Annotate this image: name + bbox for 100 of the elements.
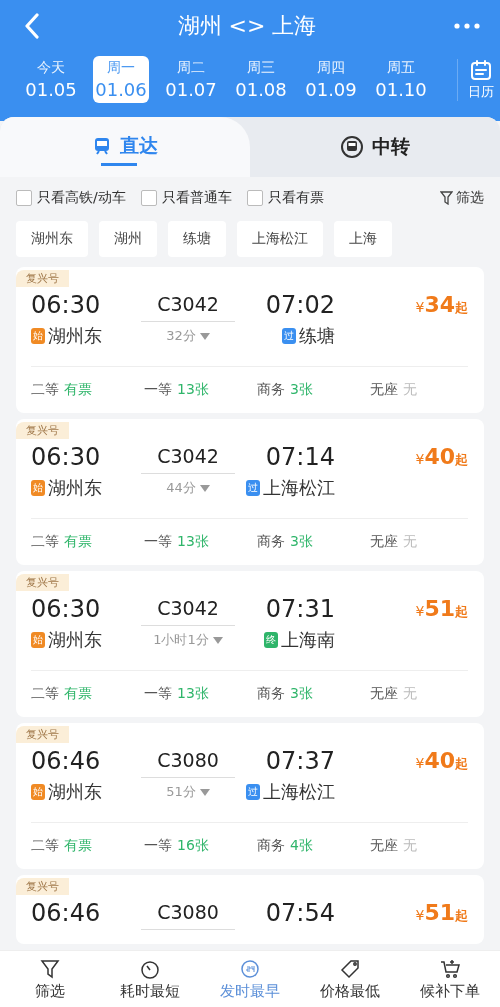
station-name: 练塘 bbox=[299, 324, 335, 348]
clock-icon bbox=[239, 957, 261, 980]
station-badge: 过 bbox=[282, 328, 296, 344]
seat-availability: 无 bbox=[403, 381, 417, 399]
price-label: ¥51起 bbox=[415, 900, 468, 925]
seat-class: 二等 bbox=[31, 837, 59, 855]
sort-button[interactable]: 价格最低 bbox=[300, 957, 400, 1001]
seat-class: 一等 bbox=[144, 837, 172, 855]
arrive-time: 07:14 bbox=[264, 442, 335, 471]
station-chip[interactable]: 上海松江 bbox=[237, 221, 323, 257]
seat-class: 商务 bbox=[257, 381, 285, 399]
more-icon[interactable] bbox=[454, 23, 480, 29]
train-card[interactable]: 复兴号 06:30 C3042 07:02 ¥34起 始 湖州东 32分 过 练塘 二等 有票 一等 13张 商务 3张 无座 无 bbox=[16, 267, 484, 413]
filter-checkbox[interactable]: 只看普通车 bbox=[140, 189, 232, 207]
filter-icon bbox=[440, 191, 453, 205]
seat-class: 一等 bbox=[144, 685, 172, 703]
station-chip[interactable]: 湖州 bbox=[99, 221, 157, 257]
train-number: C3080 bbox=[141, 901, 235, 930]
price-label: ¥40起 bbox=[415, 748, 468, 773]
filter-icon bbox=[39, 957, 61, 980]
station-chip[interactable]: 上海 bbox=[334, 221, 392, 257]
seat-class: 一等 bbox=[144, 381, 172, 399]
train-number: C3042 bbox=[141, 445, 235, 474]
train-number: C3042 bbox=[141, 597, 235, 626]
seat-availability: 无 bbox=[403, 837, 417, 855]
train-type-tag: 复兴号 bbox=[16, 726, 69, 743]
train-card[interactable]: 复兴号 06:46 C3080 07:54 ¥51起 bbox=[16, 875, 484, 944]
arrive-time: 07:54 bbox=[264, 898, 335, 927]
seat-class: 商务 bbox=[257, 837, 285, 855]
arrive-time: 07:37 bbox=[264, 746, 335, 775]
route-tab[interactable]: 中转 bbox=[250, 117, 500, 177]
filter-checkbox[interactable]: 只看有票 bbox=[246, 189, 324, 207]
caret-icon bbox=[199, 788, 210, 796]
seat-class: 二等 bbox=[31, 381, 59, 399]
station-badge: 始 bbox=[31, 328, 45, 344]
sort-button[interactable]: 筛选 bbox=[0, 957, 100, 1001]
price-label: ¥51起 bbox=[415, 596, 468, 621]
seat-availability: 有票 bbox=[64, 533, 92, 551]
price-label: ¥40起 bbox=[415, 444, 468, 469]
train-type-tag: 复兴号 bbox=[16, 270, 69, 287]
train-card[interactable]: 复兴号 06:30 C3042 07:31 ¥51起 始 湖州东 1小时1分 终 上海南 二等 有票 一等 13张 商务 3张 无座 无 bbox=[16, 571, 484, 717]
sort-button[interactable]: 耗时最短 bbox=[100, 957, 200, 1001]
station-name: 上海松江 bbox=[263, 780, 335, 804]
train-card[interactable]: 复兴号 06:46 C3080 07:37 ¥40起 始 湖州东 51分 过 上海松江 二等 有票 一等 16张 商务 4张 无座 无 bbox=[16, 723, 484, 869]
seat-availability: 无 bbox=[403, 685, 417, 703]
station-name: 湖州东 bbox=[48, 780, 102, 804]
caret-icon bbox=[199, 332, 210, 340]
seat-availability: 有票 bbox=[64, 837, 92, 855]
station-badge: 过 bbox=[246, 480, 260, 496]
price-label: ¥34起 bbox=[415, 292, 468, 317]
station-badge: 始 bbox=[31, 480, 45, 496]
station-name: 湖州东 bbox=[48, 476, 102, 500]
station-name: 湖州东 bbox=[48, 628, 102, 652]
seat-availability: 13张 bbox=[177, 381, 209, 399]
page-title: 湖州 <> 上海 bbox=[177, 12, 317, 40]
seat-class: 一等 bbox=[144, 533, 172, 551]
seat-class: 无座 bbox=[370, 685, 398, 703]
seat-availability: 4张 bbox=[290, 837, 313, 855]
seat-availability: 有票 bbox=[64, 685, 92, 703]
seat-availability: 13张 bbox=[177, 685, 209, 703]
train-type-tag: 复兴号 bbox=[16, 422, 69, 439]
train-card[interactable]: 复兴号 06:30 C3042 07:14 ¥40起 始 湖州东 44分 过 上海松江 二等 有票 一等 13张 商务 3张 无座 无 bbox=[16, 419, 484, 565]
station-chip[interactable]: 湖州东 bbox=[16, 221, 88, 257]
station-name: 上海南 bbox=[281, 628, 335, 652]
seat-availability: 13张 bbox=[177, 533, 209, 551]
seat-class: 商务 bbox=[257, 685, 285, 703]
depart-time: 06:46 bbox=[31, 898, 102, 927]
station-badge: 始 bbox=[31, 632, 45, 648]
station-name: 上海松江 bbox=[263, 476, 335, 500]
cart-icon bbox=[439, 957, 461, 980]
seat-class: 二等 bbox=[31, 533, 59, 551]
calendar-icon bbox=[470, 58, 492, 81]
filter-checkbox[interactable]: 只看高铁/动车 bbox=[16, 189, 126, 207]
train-number: C3042 bbox=[141, 293, 235, 322]
station-badge: 始 bbox=[31, 784, 45, 800]
station-chip[interactable]: 练塘 bbox=[168, 221, 226, 257]
station-badge: 过 bbox=[246, 784, 260, 800]
depart-time: 06:30 bbox=[31, 290, 102, 319]
arrive-time: 07:02 bbox=[264, 290, 335, 319]
train-circle-icon bbox=[340, 135, 364, 159]
caret-icon bbox=[199, 484, 210, 492]
filter-button[interactable]: 筛选 bbox=[440, 189, 484, 207]
train-type-tag: 复兴号 bbox=[16, 574, 69, 591]
depart-time: 06:30 bbox=[31, 594, 102, 623]
caret-icon bbox=[212, 636, 223, 644]
depart-time: 06:46 bbox=[31, 746, 102, 775]
station-name: 湖州东 bbox=[48, 324, 102, 348]
seat-availability: 16张 bbox=[177, 837, 209, 855]
seat-class: 二等 bbox=[31, 685, 59, 703]
depart-time: 06:30 bbox=[31, 442, 102, 471]
seat-availability: 无 bbox=[403, 533, 417, 551]
seat-class: 无座 bbox=[370, 381, 398, 399]
train-number: C3080 bbox=[141, 749, 235, 778]
back-icon[interactable] bbox=[24, 13, 40, 39]
arrive-time: 07:31 bbox=[264, 594, 335, 623]
train-type-tag: 复兴号 bbox=[16, 878, 69, 895]
seat-class: 商务 bbox=[257, 533, 285, 551]
seat-availability: 有票 bbox=[64, 381, 92, 399]
station-badge: 终 bbox=[264, 632, 278, 648]
sort-button[interactable]: 候补下单 bbox=[400, 957, 500, 1001]
